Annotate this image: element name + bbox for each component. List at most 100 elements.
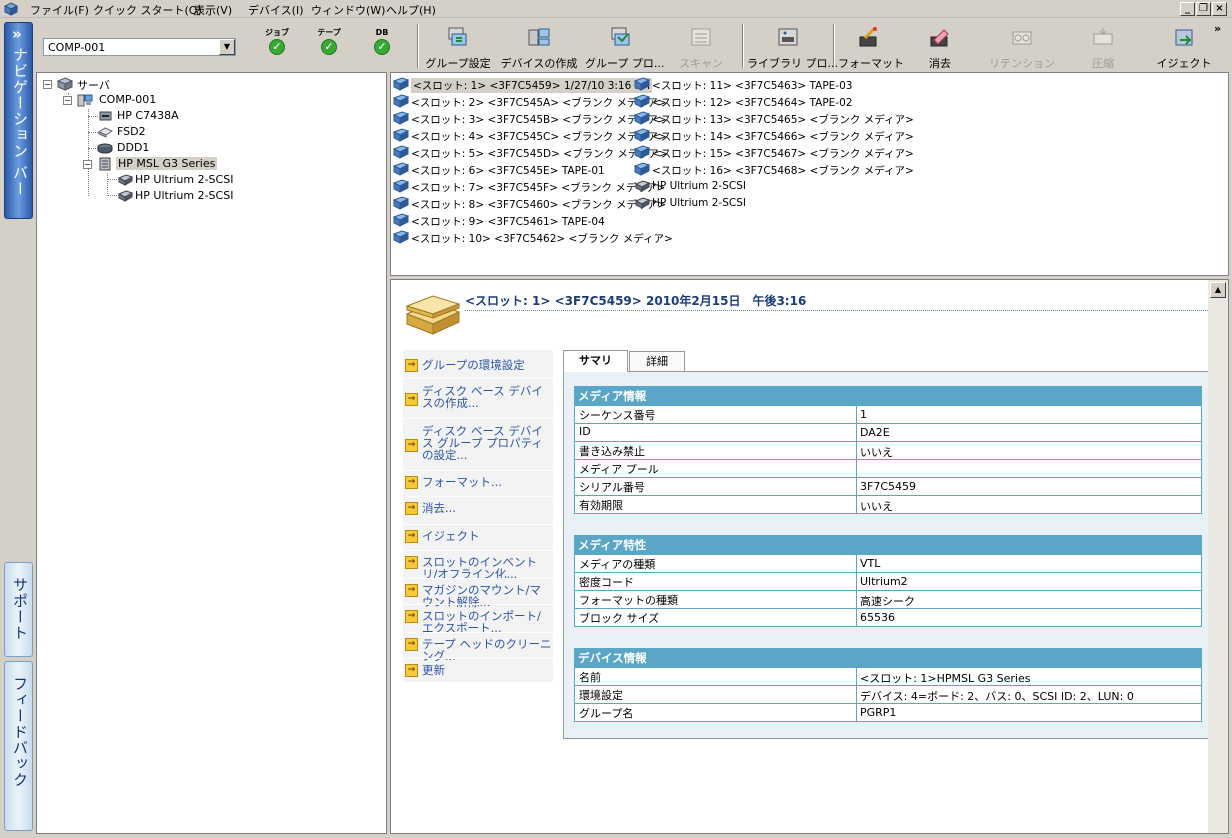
close-button[interactable]: × xyxy=(1212,2,1227,16)
navigation-bar-tab[interactable]: » ナビゲーション バー xyxy=(4,22,33,219)
menu-device[interactable]: デバイス(I) xyxy=(248,2,304,18)
toolbar-separator xyxy=(417,24,419,68)
scroll-up-button[interactable]: ▲ xyxy=(1210,282,1226,298)
property-value: いいえ xyxy=(860,500,893,513)
task-link[interactable]: → スロットのインベントリ/オフライン化... xyxy=(403,550,553,580)
tape-cartridge-icon xyxy=(634,111,650,125)
restore-button[interactable]: ❐ xyxy=(1196,2,1211,16)
erase-icon xyxy=(930,29,949,47)
task-link[interactable]: → グループの環境設定 xyxy=(403,354,553,378)
toolbar-overflow-chevron-icon[interactable]: » xyxy=(1214,22,1221,35)
library-properties-button[interactable]: ライブラリ プロ... xyxy=(747,26,838,70)
menu-view[interactable]: 表示(V) xyxy=(194,2,232,18)
toolbar-separator xyxy=(742,24,744,68)
property-key: 名前 xyxy=(579,671,601,684)
job-status-label: ジョブ xyxy=(265,28,289,37)
eject-button[interactable]: イジェクト xyxy=(1156,26,1212,70)
tree-node-device[interactable]: DDD1 xyxy=(97,140,217,156)
scan-button[interactable]: スキャン xyxy=(669,26,733,70)
task-link[interactable]: → 更新 xyxy=(403,658,553,682)
slot-label: <スロット: 14> <3F7C5466> <ブランク メディア> xyxy=(652,131,914,143)
slot-label: <スロット: 3> <3F7C545B> <ブランク メディア> xyxy=(411,114,667,126)
tape-cartridge-icon xyxy=(393,196,409,210)
task-link[interactable]: → フォーマット... xyxy=(403,470,553,496)
create-device-icon xyxy=(528,28,550,46)
create-device-label: デバイスの作成 xyxy=(500,57,578,70)
menu-quickstart[interactable]: クイック スタート(Q) xyxy=(93,2,202,18)
tape-cartridge-icon xyxy=(393,213,409,227)
property-key: メディア プール xyxy=(579,463,659,476)
retention-label: リテンション xyxy=(989,57,1055,70)
task-link[interactable]: → スロットのインポート/エクスポート... xyxy=(403,604,553,634)
arrow-right-icon: → xyxy=(405,502,418,515)
tab-summary[interactable]: サマリ xyxy=(563,350,628,372)
task-link[interactable]: → イジェクト xyxy=(403,524,553,550)
db-status-label: DB xyxy=(375,28,389,37)
collapse-icon[interactable]: − xyxy=(83,160,92,169)
feedback-tab[interactable]: フィードバック xyxy=(4,661,33,831)
vertical-scrollbar[interactable]: ▲ xyxy=(1208,280,1228,833)
property-row: 密度コード Ultrium2 xyxy=(574,573,1202,591)
compress-button[interactable]: 圧縮 xyxy=(1076,26,1130,70)
db-status: DB ✓ xyxy=(367,28,397,55)
menu-window[interactable]: ウィンドウ(W) xyxy=(311,2,385,18)
collapse-icon[interactable]: − xyxy=(43,80,52,89)
tape-cartridge-icon xyxy=(634,145,650,159)
cell-divider xyxy=(856,609,857,626)
task-link[interactable]: → テープ ヘッドのクリーニング... xyxy=(403,632,553,662)
task-link[interactable]: → マガジンのマウント/マウント解除... xyxy=(403,578,553,608)
tree-node-drive[interactable]: HP Ultrium 2-SCSI xyxy=(117,172,257,188)
tree-node-device[interactable]: FSD2 xyxy=(97,124,217,140)
tab-details[interactable]: 詳細 xyxy=(629,351,685,372)
slot-label: <スロット: 10> <3F7C5462> <ブランク メディア> xyxy=(411,233,673,245)
retention-button[interactable]: リテンション xyxy=(988,26,1056,70)
property-value: PGRP1 xyxy=(860,706,897,719)
check-icon: ✓ xyxy=(321,39,337,55)
tree-node-device[interactable]: HP C7438A xyxy=(97,108,217,124)
format-button[interactable]: フォーマット xyxy=(838,26,904,70)
task-link[interactable]: → 消去... xyxy=(403,496,553,524)
chevron-down-icon[interactable]: ▼ xyxy=(219,39,235,55)
property-row: 有効期限 いいえ xyxy=(574,496,1202,514)
eject-icon xyxy=(1175,29,1193,46)
media-cartridge-icon xyxy=(405,295,461,335)
create-device-button[interactable]: デバイスの作成 xyxy=(500,26,578,70)
minimize-button[interactable]: _ xyxy=(1180,2,1195,16)
tree-line xyxy=(107,173,108,196)
tape-cartridge-icon xyxy=(393,230,409,244)
device-select[interactable]: COMP-001 ▼ xyxy=(43,38,236,56)
task-link-label: ディスク ベース デバイス グループ プロパティの設定... xyxy=(422,424,543,462)
tree-node-server[interactable]: − サーバ xyxy=(43,76,163,92)
slot-label: <スロット: 13> <3F7C5465> <ブランク メディア> xyxy=(652,114,914,126)
tree-node-library[interactable]: − HP MSL G3 Series xyxy=(83,156,218,172)
property-key: 書き込み禁止 xyxy=(579,445,645,458)
menu-file[interactable]: ファイル(F) xyxy=(30,2,89,18)
erase-button[interactable]: 消去 xyxy=(910,26,970,70)
eject-label: イジェクト xyxy=(1156,57,1212,70)
expand-chevron-icon[interactable]: » xyxy=(12,25,22,43)
property-row: 環境設定 デバイス: 4=ボード: 2、バス: 0、SCSI ID: 2、LUN:… xyxy=(574,686,1202,704)
tape-cartridge-icon xyxy=(393,179,409,193)
property-key: 有効期限 xyxy=(579,499,623,512)
device-select-value: COMP-001 xyxy=(48,41,106,54)
menu-help[interactable]: ヘルプ(H) xyxy=(386,2,436,18)
support-tab[interactable]: サポート xyxy=(4,562,33,657)
group-settings-button[interactable]: グループ設定 xyxy=(424,26,492,70)
app-icon xyxy=(4,2,18,16)
info-section: メディア特性 メディアの種類 VTL 密度コード Ultrium2 フォーマットの種類 高速… xyxy=(574,535,1202,627)
arrow-right-icon: → xyxy=(405,359,418,372)
group-properties-button[interactable]: グループ プロ... xyxy=(585,26,665,70)
property-row: ID DA2E xyxy=(574,424,1202,442)
collapse-icon[interactable]: − xyxy=(63,96,72,105)
tape-cartridge-icon xyxy=(393,94,409,108)
tape-drive-icon xyxy=(117,174,133,186)
task-link-label: ディスク ベース デバイスの作成... xyxy=(422,384,543,410)
task-link[interactable]: → ディスク ベース デバイスの作成... xyxy=(403,378,553,418)
arrow-right-icon: → xyxy=(405,439,418,452)
scan-label: スキャン xyxy=(679,57,723,70)
tree-node-drive[interactable]: HP Ultrium 2-SCSI xyxy=(117,188,257,204)
scan-icon xyxy=(691,28,711,46)
tree-node-computer[interactable]: − COMP-001 xyxy=(63,92,193,108)
group-properties-label: グループ プロ... xyxy=(585,57,665,70)
task-link[interactable]: → ディスク ベース デバイス グループ プロパティの設定... xyxy=(403,418,553,470)
